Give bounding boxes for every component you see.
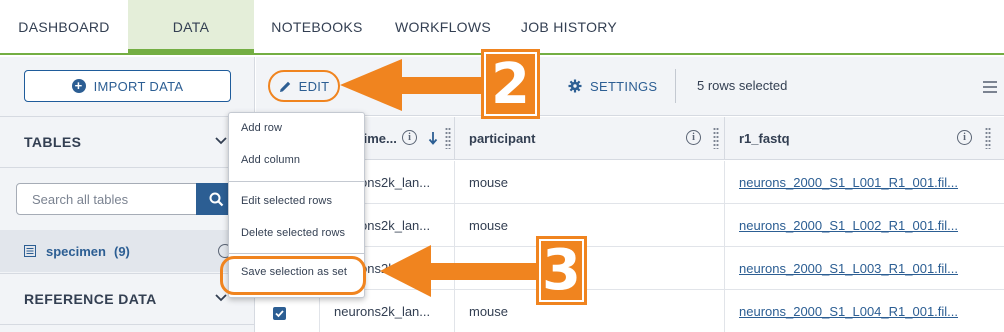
step-3-number: 3 bbox=[542, 238, 581, 303]
arrow-2 bbox=[340, 59, 490, 111]
step-2-badge: 2 bbox=[481, 49, 540, 119]
arrow-3 bbox=[380, 245, 542, 297]
app-root: DASHBOARD DATA NOTEBOOKS WORKFLOWS JOB H… bbox=[0, 0, 1004, 332]
step-3-badge: 3 bbox=[536, 236, 587, 305]
step-2-number: 2 bbox=[491, 51, 530, 117]
